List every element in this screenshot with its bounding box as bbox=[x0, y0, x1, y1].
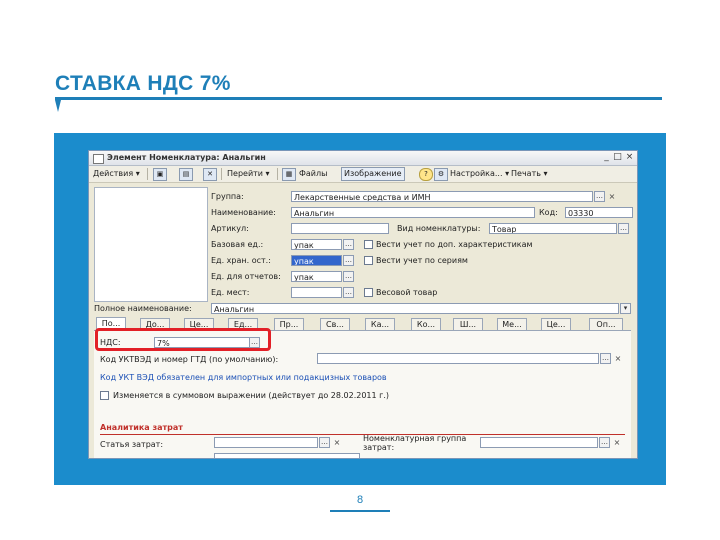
settings-menu-label: Настройка... bbox=[450, 169, 503, 178]
storage-unit-field[interactable]: упак bbox=[291, 255, 342, 266]
actions-menu[interactable]: Действия ▾ bbox=[91, 168, 142, 180]
tnved-label: Код УКТВЭД и номер ГТД (по умолчанию): bbox=[100, 355, 279, 364]
storage-unit-label: Ед. хран. ост.: bbox=[211, 256, 271, 265]
maximize-button[interactable]: □ bbox=[612, 152, 623, 163]
tab-6[interactable]: Св... bbox=[320, 318, 350, 330]
tnved-select-button[interactable]: … bbox=[600, 353, 611, 364]
nom-group-select-button[interactable]: … bbox=[599, 437, 610, 448]
tab-11[interactable]: Це... bbox=[541, 318, 571, 330]
place-unit-select-button[interactable]: … bbox=[343, 287, 354, 298]
window-title: Элемент Номенклатура: Анальгин bbox=[107, 153, 266, 162]
kind-select-button[interactable]: … bbox=[618, 223, 629, 234]
goto-menu-label: Перейти bbox=[227, 169, 263, 178]
name-field[interactable]: Анальгин bbox=[291, 207, 535, 218]
item-image-box[interactable] bbox=[94, 187, 208, 302]
group-clear-icon[interactable]: × bbox=[608, 191, 616, 202]
files-icon[interactable]: ▦ bbox=[282, 168, 296, 181]
actions-menu-label: Действия bbox=[93, 169, 134, 178]
group-field[interactable]: Лекарственные средства и ИМН bbox=[291, 191, 593, 202]
save-icon[interactable]: ▣ bbox=[153, 168, 167, 181]
close-doc-icon[interactable]: ✕ bbox=[203, 168, 217, 181]
weight-checkbox[interactable] bbox=[364, 288, 373, 297]
files-button[interactable]: Файлы bbox=[297, 168, 329, 180]
title-underline-tick bbox=[55, 100, 61, 112]
code-field[interactable]: 03330 bbox=[565, 207, 633, 218]
settings-menu[interactable]: Настройка... ▾ bbox=[448, 168, 511, 180]
cost-item-label: Статья затрат: bbox=[100, 440, 164, 449]
fullname-dropdown-button[interactable]: ▾ bbox=[620, 303, 631, 314]
sum-expression-label: Изменяется в суммовом выражении (действу… bbox=[113, 391, 390, 400]
chevron-down-icon: ▾ bbox=[265, 169, 270, 178]
tab-9[interactable]: Ш... bbox=[453, 318, 483, 330]
slide-title: СТАВКА НДС 7% bbox=[55, 72, 231, 95]
print-menu-label: Печать bbox=[511, 169, 541, 178]
report-unit-select-button[interactable]: … bbox=[343, 271, 354, 282]
cost-item-select-button[interactable]: … bbox=[319, 437, 330, 448]
window-titlebar[interactable]: Элемент Номенклатура: Анальгин _ □ × bbox=[89, 151, 637, 166]
goto-menu[interactable]: Перейти ▾ bbox=[225, 168, 272, 180]
weight-label: Весовой товар bbox=[376, 288, 438, 297]
cost-analytics-section-title: Аналитика затрат bbox=[100, 423, 183, 432]
sum-expression-checkbox[interactable] bbox=[100, 391, 109, 400]
fullname-field[interactable]: Анальгин bbox=[211, 303, 619, 314]
cost-item-field[interactable] bbox=[214, 437, 318, 448]
place-unit-label: Ед. мест: bbox=[211, 288, 250, 297]
close-button[interactable]: × bbox=[624, 152, 635, 163]
title-underline bbox=[55, 97, 662, 100]
toolbar-separator bbox=[147, 168, 148, 180]
group-label: Группа: bbox=[211, 192, 244, 201]
print-menu[interactable]: Печать ▾ bbox=[509, 168, 550, 180]
base-unit-select-button[interactable]: … bbox=[343, 239, 354, 250]
storage-unit-select-button[interactable]: … bbox=[343, 255, 354, 266]
minimize-button[interactable]: _ bbox=[601, 152, 612, 163]
article-label: Артикул: bbox=[211, 224, 249, 233]
tnved-clear-icon[interactable]: × bbox=[614, 353, 622, 364]
base-unit-field[interactable]: упак bbox=[291, 239, 342, 250]
page-number: 8 bbox=[356, 494, 364, 506]
series-checkbox[interactable] bbox=[364, 256, 373, 265]
report-unit-label: Ед. для отчетов: bbox=[211, 272, 281, 281]
characteristics-checkbox[interactable] bbox=[364, 240, 373, 249]
images-button[interactable]: Изображение bbox=[341, 167, 405, 181]
tnved-field[interactable] bbox=[317, 353, 599, 364]
base-unit-label: Базовая ед.: bbox=[211, 240, 264, 249]
toolbar: Действия ▾ ▣ ▤ ✕ Перейти ▾ ▦ Файлы Изобр… bbox=[89, 166, 637, 183]
name-label: Наименование: bbox=[211, 208, 276, 217]
toolbar-separator bbox=[277, 168, 278, 180]
fullname-label: Полное наименование: bbox=[94, 304, 192, 313]
nom-group-label: Номенклатурная группа затрат: bbox=[363, 434, 467, 452]
report-unit-field[interactable]: упак bbox=[291, 271, 342, 282]
page-number-underline bbox=[330, 510, 390, 512]
vat-highlight-box bbox=[95, 328, 271, 351]
write-icon[interactable]: ▤ bbox=[179, 168, 193, 181]
kind-field[interactable]: Товар bbox=[489, 223, 617, 234]
nom-group-field[interactable] bbox=[480, 437, 598, 448]
tab-12[interactable]: Оп... bbox=[589, 318, 623, 330]
code-label: Код: bbox=[539, 208, 558, 217]
characteristics-label: Вести учет по доп. характеристикам bbox=[376, 240, 533, 249]
cost-item-clear-icon[interactable]: × bbox=[333, 437, 341, 448]
group-select-button[interactable]: … bbox=[594, 191, 605, 202]
tab-5[interactable]: Пр... bbox=[274, 318, 304, 330]
article-field[interactable] bbox=[291, 223, 389, 234]
chevron-down-icon: ▾ bbox=[135, 169, 140, 178]
tab-10[interactable]: Ме... bbox=[497, 318, 527, 330]
tab-7[interactable]: Ка... bbox=[365, 318, 395, 330]
nomenclature-window: Элемент Номенклатура: Анальгин _ □ × Дей… bbox=[88, 150, 638, 459]
settings-icon[interactable]: ⚙ bbox=[434, 168, 448, 181]
chevron-down-icon: ▾ bbox=[543, 169, 548, 178]
tnved-required-link[interactable]: Код УКТ ВЭД обязателен для импортных или… bbox=[100, 373, 387, 382]
window-app-icon bbox=[93, 154, 104, 164]
extra-field[interactable] bbox=[214, 453, 360, 458]
kind-label: Вид номенклатуры: bbox=[397, 224, 481, 233]
nom-group-clear-icon[interactable]: × bbox=[613, 437, 621, 448]
tab-8[interactable]: Ко... bbox=[411, 318, 441, 330]
toolbar-separator bbox=[221, 168, 222, 180]
place-unit-field[interactable] bbox=[291, 287, 342, 298]
series-label: Вести учет по сериям bbox=[376, 256, 468, 265]
help-icon[interactable]: ? bbox=[419, 168, 433, 181]
